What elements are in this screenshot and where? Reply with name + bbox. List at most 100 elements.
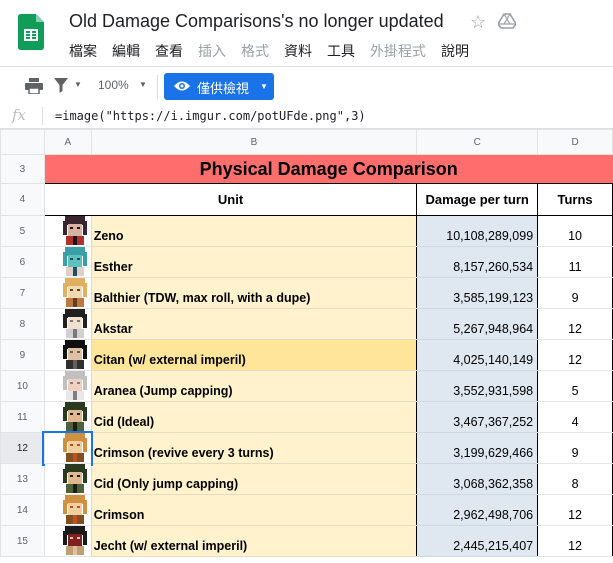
row-header[interactable]: 14 (0, 494, 45, 526)
damage-cell[interactable]: 2,445,215,407 (416, 525, 539, 557)
unit-name-cell[interactable]: Zeno (91, 215, 418, 247)
damage-cell[interactable]: 4,025,140,149 (416, 339, 539, 371)
unit-name-cell[interactable]: Crimson (revive every 3 turns) (91, 432, 418, 464)
unit-name-cell[interactable]: Crimson (91, 494, 418, 526)
column-header-d[interactable]: D (537, 129, 613, 155)
unit-name-cell[interactable]: Balthier (TDW, max roll, with a dupe) (91, 277, 418, 309)
damage-cell[interactable]: 3,199,629,466 (416, 432, 539, 464)
cid-portrait-icon (62, 402, 87, 431)
row-header[interactable]: 8 (0, 308, 45, 340)
print-icon[interactable] (25, 78, 43, 94)
unit-image-cell[interactable] (44, 215, 92, 247)
damage-cell[interactable]: 10,108,289,099 (416, 215, 539, 247)
row-header[interactable]: 10 (0, 370, 45, 402)
turns-cell[interactable]: 12 (537, 339, 613, 371)
zeno-portrait-icon (62, 216, 87, 245)
select-all-corner[interactable] (0, 129, 45, 155)
table-row: 12 Crimson (revive every 3 turns) 3,199,62… (0, 430, 613, 466)
damage-cell[interactable]: 5,267,948,964 (416, 308, 539, 340)
menu-item[interactable]: 格式 (241, 41, 269, 61)
damage-cell[interactable]: 3,467,367,252 (416, 401, 539, 433)
unit-name-cell[interactable]: Cid (Ideal) (91, 401, 418, 433)
turns-column-header[interactable]: Turns (537, 183, 613, 216)
row-header[interactable]: 15 (0, 525, 45, 557)
chevron-down-icon[interactable]: ▼ (139, 80, 147, 89)
row-header[interactable]: 11 (0, 401, 45, 433)
chevron-down-icon[interactable]: ▼ (260, 82, 268, 91)
table-row: 15 Jecht (w/ external imperil) 2,445,215,4… (0, 525, 613, 557)
document-title[interactable]: Old Damage Comparisons's no longer updat… (69, 11, 444, 32)
sheets-logo-icon[interactable] (18, 14, 44, 50)
menu-item[interactable]: 資料 (284, 41, 312, 61)
filter-icon[interactable] (54, 77, 68, 93)
unit-column-header[interactable]: Unit (43, 183, 418, 216)
turns-cell[interactable]: 9 (537, 432, 613, 464)
column-header-a[interactable]: A (43, 129, 92, 155)
column-header-c[interactable]: C (416, 129, 539, 155)
damage-cell[interactable]: 2,962,498,706 (416, 494, 539, 526)
unit-image-cell[interactable] (42, 430, 94, 466)
unit-image-cell[interactable] (44, 246, 92, 278)
unit-name-cell[interactable]: Cid (Only jump capping) (91, 463, 418, 495)
view-only-button[interactable]: 僅供檢視 ▼ (164, 73, 274, 100)
unit-name-cell[interactable]: Akstar (91, 308, 418, 340)
unit-name-cell[interactable]: Citan (w/ external imperil) (91, 339, 418, 371)
damage-cell[interactable]: 8,157,260,534 (416, 246, 539, 278)
turns-cell[interactable]: 10 (537, 215, 613, 247)
turns-cell[interactable]: 11 (537, 246, 613, 278)
drive-move-icon[interactable] (498, 13, 516, 29)
row-header[interactable]: 4 (0, 183, 45, 216)
menu-item[interactable]: 工具 (327, 41, 355, 61)
turns-cell[interactable]: 4 (537, 401, 613, 433)
table-row: 14 Crimson 2,962,498,706 12 (0, 494, 613, 526)
sheet-banner-title[interactable]: Physical Damage Comparison (44, 154, 613, 184)
unit-image-cell[interactable] (44, 525, 92, 557)
row-header[interactable]: 5 (0, 215, 45, 247)
spreadsheet-grid: A B C D 3 Physical Damage Comparison 4 U… (0, 129, 613, 563)
damage-cell[interactable]: 3,552,931,598 (416, 370, 539, 402)
damage-cell[interactable]: 3,585,199,123 (416, 277, 539, 309)
fx-icon: fx (12, 106, 27, 124)
row-header[interactable]: 13 (0, 463, 45, 495)
turns-cell[interactable]: 12 (537, 494, 613, 526)
unit-image-cell[interactable] (44, 277, 92, 309)
menu-item[interactable]: 插入 (198, 41, 226, 61)
unit-image-cell[interactable] (44, 308, 92, 340)
turns-cell[interactable]: 9 (537, 277, 613, 309)
damage-column-header[interactable]: Damage per turn (416, 183, 539, 216)
toolbar: ▼ 100% ▼ 僅供檢視 ▼ (0, 66, 613, 106)
unit-image-cell[interactable] (44, 401, 92, 433)
row-header[interactable]: 3 (0, 154, 45, 184)
zoom-select[interactable]: 100% (98, 78, 129, 92)
unit-image-cell[interactable] (44, 463, 92, 495)
menu-item[interactable]: 檔案 (69, 41, 97, 61)
table-row: 5 Zeno 10,108,289,099 10 (0, 215, 613, 247)
row-header[interactable]: 7 (0, 277, 45, 309)
menu-item[interactable]: 說明 (441, 41, 469, 61)
menu-item[interactable]: 外掛程式 (370, 41, 426, 61)
turns-cell[interactable]: 12 (537, 308, 613, 340)
turns-cell[interactable]: 12 (537, 525, 613, 557)
formula-bar: fx =image("https://i.imgur.com/potUFde.p… (0, 104, 613, 129)
turns-cell[interactable]: 8 (537, 463, 613, 495)
column-header-b[interactable]: B (90, 129, 418, 155)
table-row: 7 Balthier (TDW, max roll, with a dupe) 3,… (0, 277, 613, 309)
menu-item[interactable]: 編輯 (112, 41, 140, 61)
chevron-down-icon[interactable]: ▼ (74, 80, 82, 89)
formula-input[interactable]: =image("https://i.imgur.com/potUFde.png"… (55, 109, 366, 123)
row-header[interactable]: 12 (0, 432, 45, 464)
damage-cell[interactable]: 3,068,362,358 (416, 463, 539, 495)
unit-name-cell[interactable]: Jecht (w/ external imperil) (91, 525, 418, 557)
unit-name-cell[interactable]: Esther (91, 246, 418, 278)
unit-image-cell[interactable] (44, 370, 92, 402)
eye-icon (174, 81, 190, 91)
esther-portrait-icon (62, 247, 87, 276)
unit-name-cell[interactable]: Aranea (Jump capping) (91, 370, 418, 402)
turns-cell[interactable]: 5 (537, 370, 613, 402)
unit-image-cell[interactable] (44, 339, 92, 371)
unit-image-cell[interactable] (44, 494, 92, 526)
row-header[interactable]: 6 (0, 246, 45, 278)
menu-item[interactable]: 查看 (155, 41, 183, 61)
star-icon[interactable]: ☆ (470, 12, 486, 33)
row-header[interactable]: 9 (0, 339, 45, 371)
